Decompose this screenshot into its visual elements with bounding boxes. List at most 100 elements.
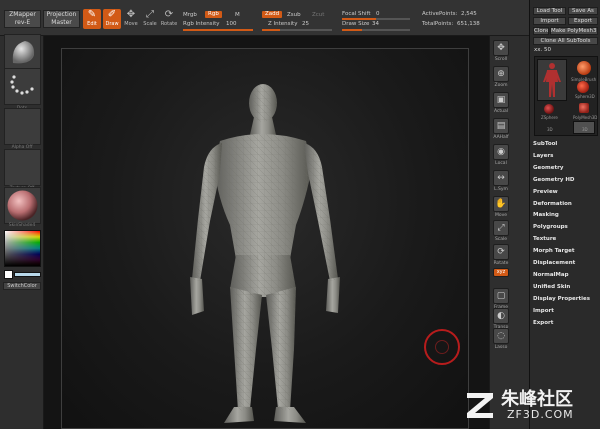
scroll-button[interactable]: ✥ [493, 40, 509, 56]
simple-brush-thumbnail[interactable] [577, 61, 591, 75]
scale-icon: ⤢ [497, 223, 505, 233]
secondary-color-swatch[interactable] [14, 272, 41, 277]
palette-menu-item[interactable]: Displacement [533, 260, 575, 266]
right-shelf: ✥ Scroll ⊕ Zoom ▣ Actual ▤ AAHalf ◉ Local ↔ L.Sym ✋ M… [489, 36, 529, 429]
lsym-button[interactable]: ↔ [493, 170, 509, 186]
active-points-value: 2,545 [461, 11, 477, 17]
palette-menu-item[interactable]: Geometry HD [533, 177, 575, 183]
mrgb-button[interactable]: Mrgb [183, 12, 197, 18]
zsphere-thumbnail[interactable] [544, 104, 554, 114]
save-as-button[interactable]: Save As [568, 7, 598, 15]
palette-menu-item[interactable]: Deformation [533, 201, 572, 207]
m-button[interactable]: M [235, 12, 240, 18]
sphere3d-label: Sphere3D [575, 94, 595, 99]
export-tool-button[interactable]: Export [568, 17, 598, 25]
import-tool-button[interactable]: Import [533, 17, 566, 25]
tool-palette: Load Tool Save As Import Export Clone Ma… [529, 0, 600, 429]
clone-all-subtools-button[interactable]: Clone All SubTools [533, 37, 598, 45]
dots-stroke-icon [10, 75, 34, 95]
rotate-icon: ⟳ [164, 9, 174, 20]
zmapper-label: ZMapper [9, 11, 36, 18]
palette-menu-item[interactable]: Geometry [533, 165, 563, 171]
rotate-label: Rotate [493, 261, 509, 266]
z-intensity-slider[interactable] [262, 29, 332, 31]
watermark-url: ZF3D.COM [507, 408, 574, 421]
rotate-icon: ⟳ [497, 247, 505, 257]
frame-button[interactable]: ▢ [493, 288, 509, 304]
rgb-intensity-slider[interactable] [183, 29, 253, 31]
draw-size-slider[interactable] [342, 29, 410, 31]
actual-label: Actual [493, 109, 509, 114]
lasso-icon: ◌ [497, 331, 505, 341]
aahalf-button[interactable]: ▤ [493, 118, 509, 134]
brush-tile[interactable] [4, 34, 41, 71]
polymesh3d-label: PolyMesh3D [573, 115, 598, 120]
make-polymesh-button[interactable]: Make PolyMesh3D [550, 27, 598, 35]
move-button[interactable]: ✋ [493, 196, 509, 212]
transp-button[interactable]: ◐ [493, 308, 509, 324]
stroke-tile[interactable] [4, 68, 41, 105]
projection-master-button[interactable]: Projection Master [43, 10, 80, 28]
zoom-label: Zoom [494, 83, 508, 88]
focal-shift-fill [342, 18, 376, 20]
zcut-button[interactable]: Zcut [312, 12, 324, 18]
projection-master-label: Master [51, 19, 72, 26]
rgb-button[interactable]: Rgb [205, 11, 222, 18]
brush-cursor-inner [435, 340, 449, 354]
draw-size-value: 34 [372, 21, 379, 27]
focal-shift-slider[interactable] [342, 18, 410, 20]
palette-menu-item[interactable]: Polygroups [533, 224, 568, 230]
rgb-intensity-label: Rgb Intensity [183, 21, 220, 27]
lasso-label: Lasso [494, 345, 508, 350]
main-color-swatch[interactable] [4, 270, 13, 279]
load-tool-button[interactable]: Load Tool [533, 7, 566, 15]
move-button[interactable]: ✥ Move [122, 9, 140, 29]
scale-button[interactable]: ⤢ Scale [141, 9, 159, 29]
palette-menu-item[interactable]: NormalMap [533, 272, 569, 278]
total-points-value: 651,138 [457, 21, 480, 27]
z-intensity-label: Z Intensity [268, 21, 298, 27]
texture-tile[interactable] [4, 149, 41, 186]
color-picker[interactable] [4, 230, 41, 267]
actual-button[interactable]: ▣ [493, 92, 509, 108]
scroll-label: Scroll [494, 57, 508, 62]
tool-thumbnails: SimpleBrush Sphere3D ZSphere PolyMesh3D … [534, 56, 598, 136]
local-icon: ◉ [497, 147, 505, 157]
palette-menu-item[interactable]: Export [533, 320, 553, 326]
palette-menu-item[interactable]: SubTool [533, 141, 557, 147]
focal-shift-value: 0 [376, 11, 380, 17]
lsym-label: L.Sym [494, 187, 508, 192]
rotate-button[interactable]: ⟳ Rotate [160, 9, 178, 29]
draw-label: Draw [105, 21, 119, 27]
current-tool-thumbnail[interactable] [537, 59, 567, 101]
alpha-tile[interactable] [4, 108, 41, 145]
palette-menu-item[interactable]: Preview [533, 189, 558, 195]
palette-menu-item[interactable]: Import [533, 308, 554, 314]
xyz-icon: xyz [496, 269, 506, 275]
material-tile[interactable] [4, 187, 41, 224]
palette-menu-item[interactable]: Unified Skin [533, 284, 570, 290]
palette-menu-item[interactable]: Morph Target [533, 248, 575, 254]
palette-menu-item[interactable]: Texture [533, 236, 556, 242]
zmapper-button[interactable]: ZMapper rev-E [4, 10, 41, 28]
zoom-button[interactable]: ⊕ [493, 66, 509, 82]
rotate-button[interactable]: ⟳ [493, 244, 509, 260]
xyz-button[interactable]: xyz [493, 268, 509, 277]
draw-button[interactable]: ✐ Draw [103, 9, 121, 29]
sphere3d-thumbnail[interactable] [577, 81, 589, 93]
switch-color-button[interactable]: SwitchColor [3, 282, 41, 290]
palette-menu-item[interactable]: Display Properties [533, 296, 590, 302]
zadd-button[interactable]: Zadd [262, 11, 283, 18]
scale-button[interactable]: ⤢ [493, 220, 509, 236]
zsub-button[interactable]: Zsub [287, 12, 301, 18]
polymesh3d-thumbnail[interactable] [579, 103, 589, 113]
palette-menu-item[interactable]: Layers [533, 153, 553, 159]
projection-label: Projection [46, 11, 77, 18]
figure-thumbnail-icon [543, 63, 561, 97]
palette-menu-item[interactable]: Masking [533, 212, 559, 218]
clone-button[interactable]: Clone [533, 27, 549, 35]
local-button[interactable]: ◉ [493, 144, 509, 160]
document-canvas[interactable] [61, 48, 469, 429]
edit-button[interactable]: ✎ Edit [83, 9, 101, 29]
lasso-button[interactable]: ◌ [493, 328, 509, 344]
